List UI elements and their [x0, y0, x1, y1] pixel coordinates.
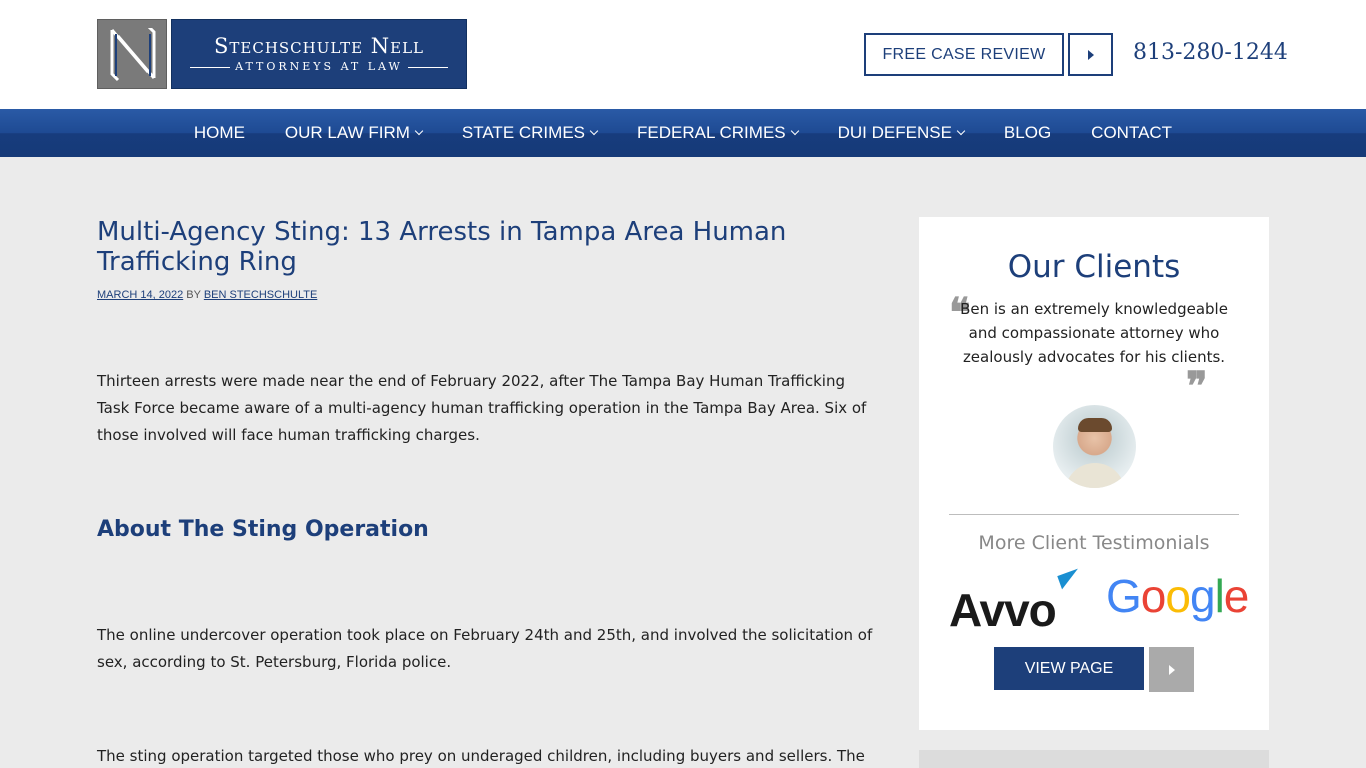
article-date-link[interactable]: MARCH 14, 2022 [97, 289, 183, 301]
testimonials-sidebar: Our Clients ❝ Ben is an extremely knowle… [919, 217, 1269, 730]
article-meta: MARCH 14, 2022 BY BEN STECHSCHULTE [97, 289, 887, 301]
section-heading: About The Sting Operation [97, 517, 429, 542]
free-case-review-arrow-button[interactable] [1068, 33, 1113, 76]
free-case-review-button[interactable]: FREE CASE REVIEW [864, 33, 1064, 76]
main-nav: HOME OUR LAW FIRM STATE CRIMES FEDERAL C… [0, 109, 1366, 157]
nav-item-blog[interactable]: BLOG [1004, 123, 1051, 143]
nav-item-our-law-firm[interactable]: OUR LAW FIRM [284, 123, 424, 143]
nav-item-label: OUR LAW FIRM [284, 123, 410, 142]
nav-item-label: BLOG [1003, 123, 1052, 142]
article-paragraph: The online undercover operation took pla… [97, 626, 873, 671]
nav-item-dui-defense[interactable]: DUI DEFENSE [837, 123, 966, 143]
sidebar-secondary-panel [919, 750, 1269, 768]
logo-rule-right [408, 67, 448, 68]
avvo-flag-icon [1057, 568, 1083, 590]
nav-item-home[interactable]: HOME [194, 123, 245, 143]
avatar-shirt [1065, 463, 1125, 488]
nav-item-label: HOME [193, 123, 245, 142]
chevron-down-icon [414, 126, 424, 136]
nav-item-state-crimes[interactable]: STATE CRIMES [461, 123, 599, 143]
nav-item-label: DUI DEFENSE [837, 123, 952, 142]
view-page-arrow-button[interactable] [1149, 647, 1194, 692]
view-page-button[interactable]: VIEW PAGE [994, 647, 1144, 690]
article-title: Multi-Agency Sting: 13 Arrests in Tampa … [97, 217, 787, 277]
nav-item-label: CONTACT [1091, 123, 1173, 142]
more-testimonials-heading: More Client Testimonials [978, 532, 1210, 554]
avatar-hair [1078, 418, 1112, 432]
nav-item-contact[interactable]: CONTACT [1091, 123, 1172, 143]
nav-item-label: FEDERAL CRIMES [637, 123, 786, 142]
play-arrow-icon [1168, 664, 1175, 675]
chevron-down-icon [956, 126, 966, 136]
chevron-down-icon [790, 126, 799, 136]
byline-by: BY [186, 289, 201, 301]
google-logo[interactable]: Google [1106, 569, 1249, 623]
sidebar-title: Our Clients [1007, 249, 1181, 285]
quote-close-icon: ❞ [1186, 363, 1208, 410]
chevron-down-icon [589, 126, 599, 136]
play-arrow-icon [1087, 49, 1094, 60]
avvo-logo[interactable]: Avvo [949, 583, 1057, 637]
site-header: Stechschulte Nell ATTORNEYS AT LAW FREE … [0, 0, 1366, 109]
article: Multi-Agency Sting: 13 Arrests in Tampa … [97, 217, 887, 765]
article-paragraph: Thirteen arrests were made near the end … [97, 372, 867, 444]
testimonial-quote: Ben is an extremely knowledgeable and co… [960, 300, 1228, 366]
article-paragraph: The sting operation targeted those who p… [97, 747, 865, 765]
nav-item-federal-crimes[interactable]: FEDERAL CRIMES [637, 123, 799, 143]
article-author-link[interactable]: BEN STECHSCHULTE [204, 289, 317, 301]
avatar [1053, 405, 1136, 488]
logo-mark-icon[interactable] [97, 19, 167, 89]
logo-name: Stechschulte Nell [214, 34, 424, 58]
logo-wordmark[interactable]: Stechschulte Nell ATTORNEYS AT LAW [171, 19, 467, 89]
phone-number-link[interactable]: 813-280-1244 [1133, 40, 1288, 65]
nav-item-label: STATE CRIMES [461, 123, 585, 142]
divider [949, 514, 1239, 515]
